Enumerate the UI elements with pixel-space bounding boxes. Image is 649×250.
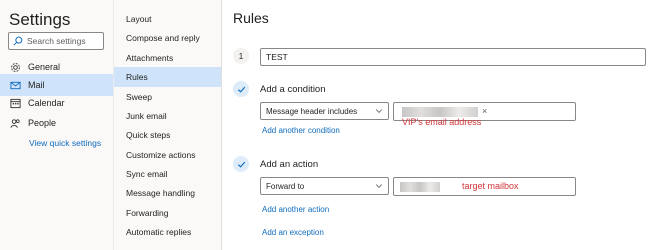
subnav-item-rules[interactable]: Rules [114,67,221,87]
action-annotation: target mailbox [462,181,519,191]
calendar-icon [10,98,21,109]
redacted-email [400,182,440,192]
gear-icon [10,62,21,73]
subnav-item-forwarding[interactable]: Forwarding [114,203,221,223]
subnav-item-quick-steps[interactable]: Quick steps [114,125,221,145]
subnav-item-layout[interactable]: Layout [114,9,221,29]
nav-item-label: General [28,62,61,72]
condition-annotation: VIP's email address [402,117,482,127]
nav-item-label: People [28,118,57,128]
nav-item-people[interactable]: People [0,112,113,134]
page-title: Rules [233,10,269,26]
checkmark-icon [233,156,249,172]
view-quick-settings-link[interactable]: View quick settings [29,138,101,148]
add-another-condition-link[interactable]: Add another condition [262,126,340,135]
condition-select-value: Message header includes [266,106,358,116]
rules-pane: Rules 1 TEST Add a condition Message hea… [222,0,649,250]
subnav-item-junk-email[interactable]: Junk email [114,106,221,126]
nav-item-label: Calendar [28,98,65,108]
rule-name-input[interactable]: TEST [260,48,646,66]
settings-title: Settings [9,10,71,29]
condition-type-select[interactable]: Message header includes [260,102,389,120]
subnav-item-automatic-replies[interactable]: Automatic replies [114,222,221,242]
checkmark-icon [233,81,249,97]
search-icon [13,36,23,46]
remove-value-icon[interactable]: × [482,106,487,117]
mail-settings-nav: Layout Compose and reply Attachments Rul… [114,0,222,250]
add-exception-link[interactable]: Add an exception [262,228,324,237]
subnav-item-message-handling[interactable]: Message handling [114,183,221,203]
subnav-item-sync-email[interactable]: Sync email [114,164,221,184]
subnav-item-customize-actions[interactable]: Customize actions [114,145,221,165]
subnav-item-compose-and-reply[interactable]: Compose and reply [114,28,221,48]
step-number-badge: 1 [233,48,249,64]
subnav-item-attachments[interactable]: Attachments [114,48,221,68]
nav-item-label: Mail [28,80,45,90]
mail-icon [10,80,21,91]
chevron-down-icon [375,109,383,114]
nav-item-calendar[interactable]: Calendar [0,92,113,114]
action-heading: Add an action [260,159,319,170]
action-type-select[interactable]: Forward to [260,177,389,195]
search-placeholder: Search settings [27,36,86,46]
action-select-value: Forward to [266,181,305,191]
add-another-action-link[interactable]: Add another action [262,205,329,214]
condition-heading: Add a condition [260,84,326,95]
search-input[interactable]: Search settings [8,32,104,50]
action-value-input[interactable]: target mailbox [393,177,576,196]
people-icon [10,118,21,129]
settings-nav: Settings Search settings General Mail Ca… [0,0,114,250]
subnav-item-sweep[interactable]: Sweep [114,87,221,107]
chevron-down-icon [375,184,383,189]
redacted-email [402,107,478,117]
